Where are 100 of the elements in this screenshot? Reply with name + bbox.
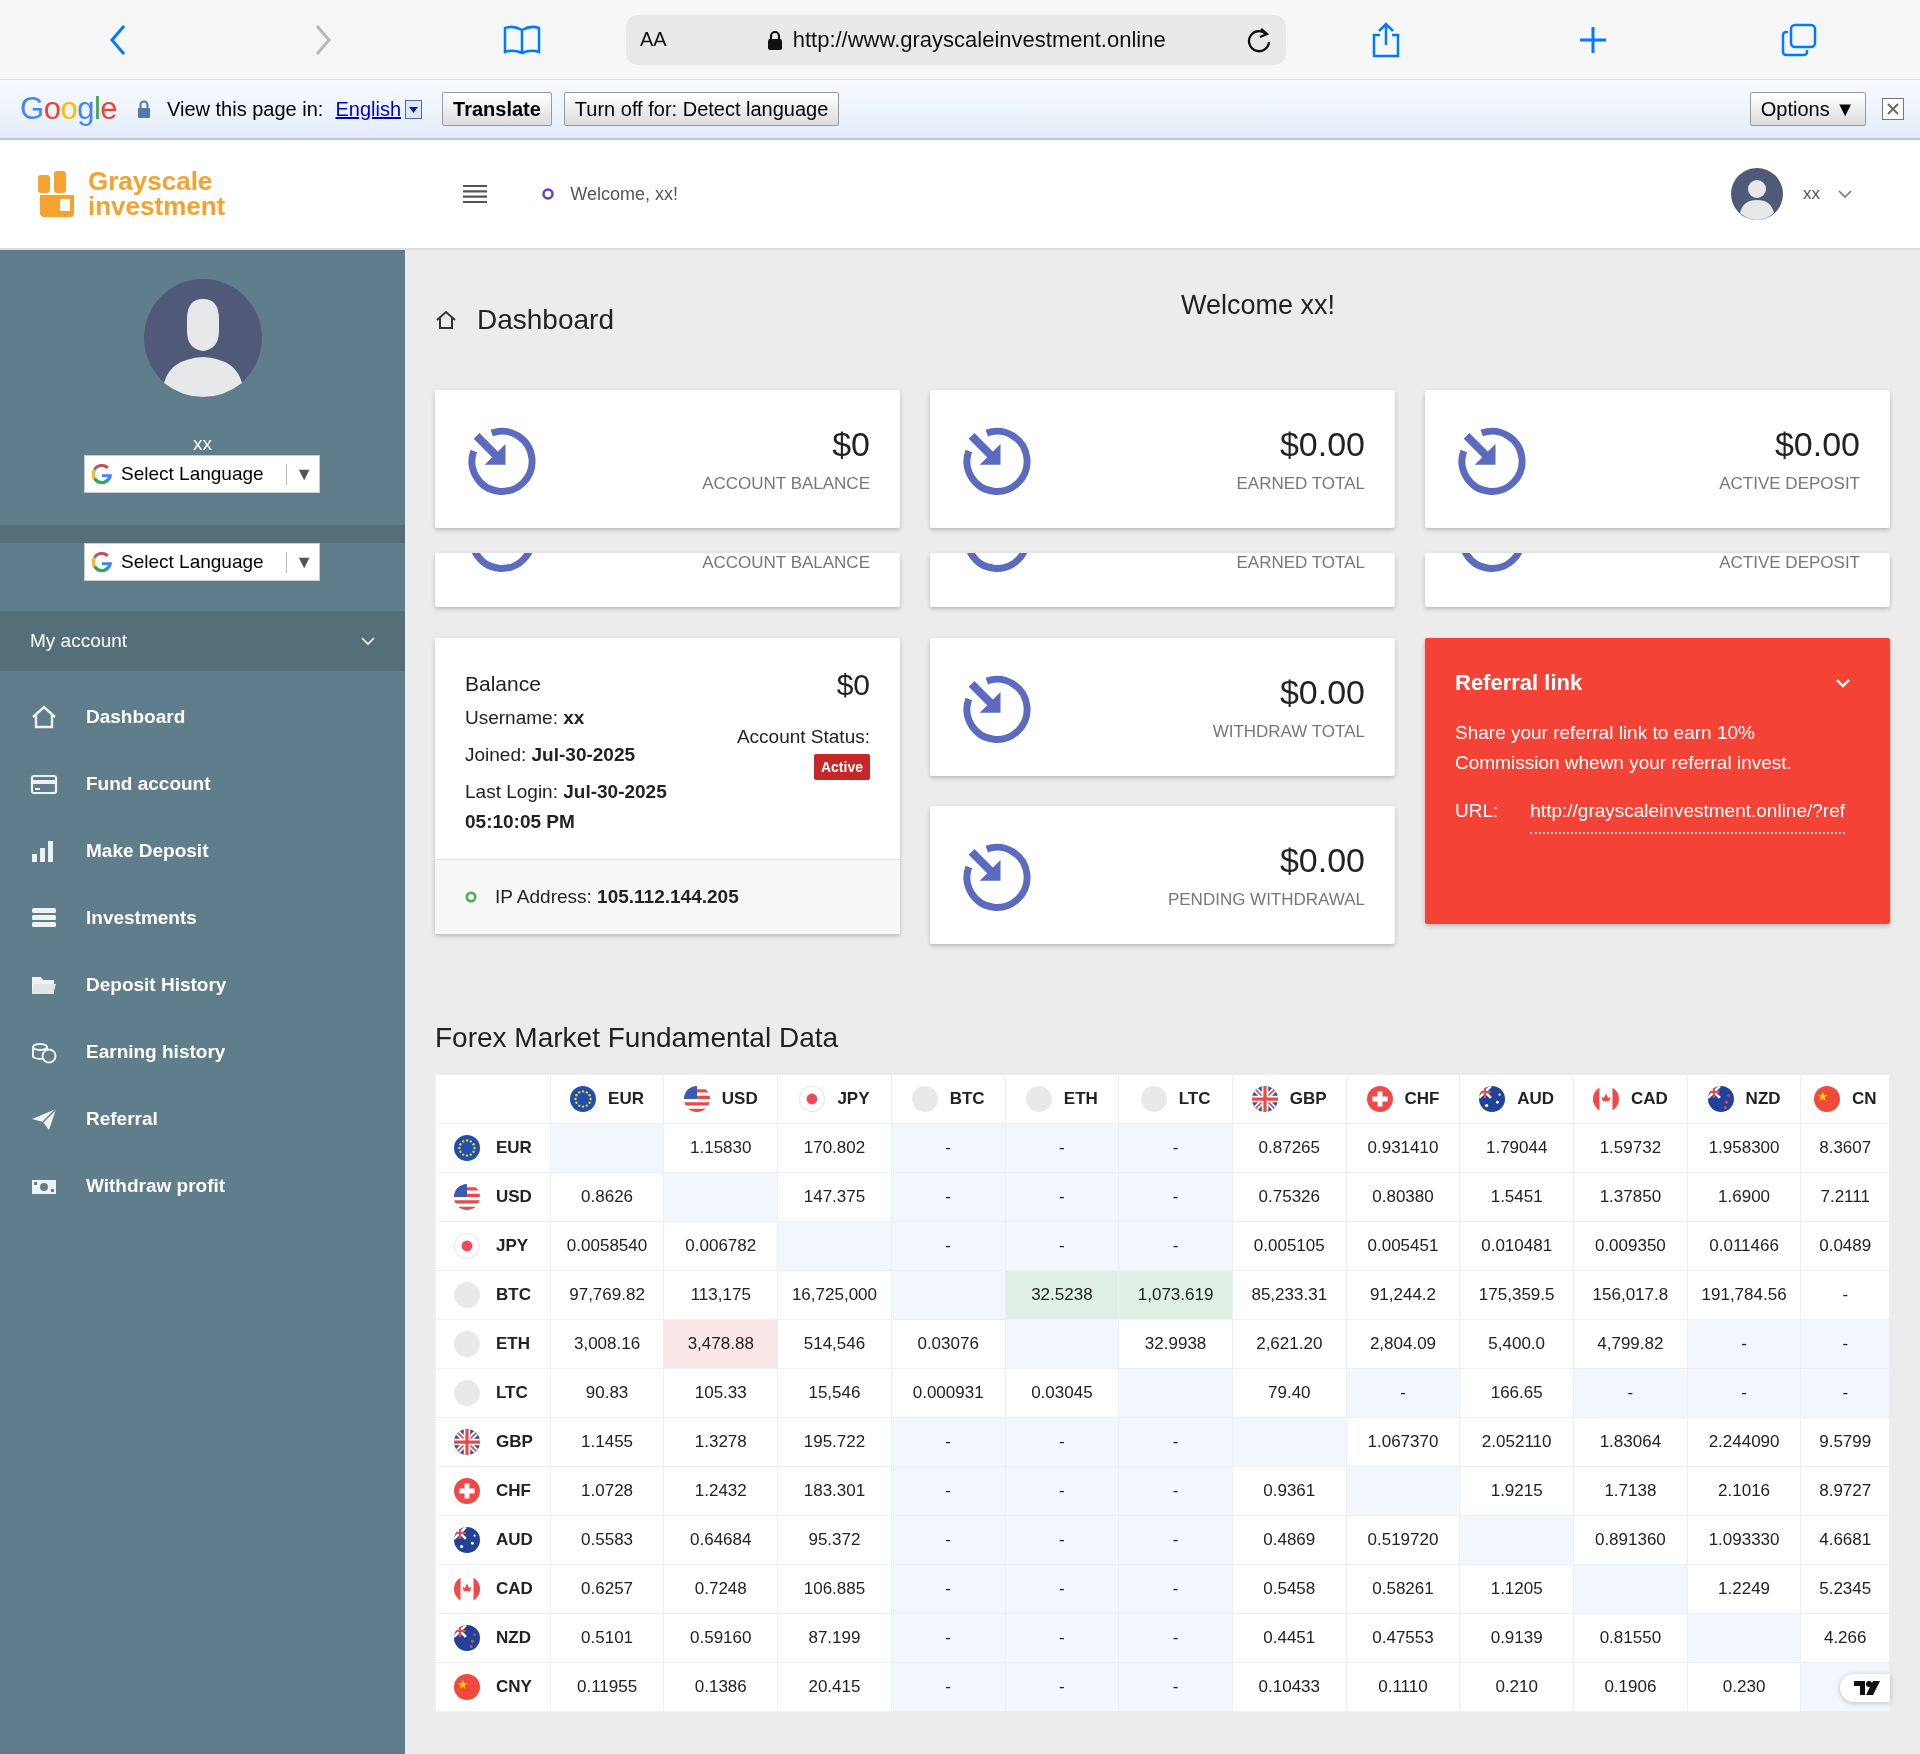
lock-icon <box>766 29 783 50</box>
table-cell: 8.3607 <box>1800 1123 1890 1173</box>
column-header: NZD <box>1745 1089 1781 1109</box>
balance-amount: $0 <box>836 668 870 702</box>
row-header: JPY <box>496 1236 529 1256</box>
table-cell: - <box>891 1221 1005 1271</box>
table-cell: 0.011466 <box>1687 1221 1801 1271</box>
table-cell: - <box>1005 1564 1119 1614</box>
nav-item[interactable]: Earning history <box>0 1018 226 1085</box>
table-cell: 156,017.8 <box>1573 1270 1688 1320</box>
referral-text: Share your referral link to earn 10% Commission whewn your referral invest. <box>1455 721 1793 775</box>
table-cell: 0.9139 <box>1459 1613 1574 1663</box>
share-icon[interactable] <box>1371 21 1401 58</box>
table-cell: - <box>1118 1515 1233 1565</box>
table-cell: 79.40 <box>1232 1368 1347 1418</box>
stat-value: $0.00 <box>1279 840 1365 880</box>
nav-item[interactable]: Deposit History <box>0 951 227 1018</box>
flag-icon <box>454 1478 480 1504</box>
stat-value: $0 <box>832 424 870 464</box>
brand-logo-text: Grayscale investment <box>88 169 226 219</box>
menu-icon[interactable] <box>463 184 488 204</box>
new-tab-icon[interactable] <box>1578 24 1608 55</box>
language-link[interactable]: English <box>335 97 402 121</box>
table-cell: 1.7138 <box>1573 1466 1688 1516</box>
table-cell: - <box>1005 1172 1119 1222</box>
row-header: GBP <box>496 1432 533 1452</box>
table-cell: 5,400.0 <box>1459 1319 1574 1369</box>
table-cell: 0.87265 <box>1232 1123 1347 1173</box>
status-ring-icon <box>542 188 555 200</box>
chevron-down-icon[interactable] <box>1838 189 1852 199</box>
nav-item[interactable]: Dashboard <box>0 683 186 750</box>
stat-value: $0.00 <box>1279 672 1365 712</box>
table-cell: - <box>1005 1466 1119 1516</box>
table-cell: 0.7248 <box>663 1564 778 1614</box>
nav-item[interactable]: Investments <box>0 884 197 951</box>
section-title: Forex Market Fundamental Data <box>435 1022 840 1055</box>
row-header: USD <box>496 1187 532 1207</box>
close-icon[interactable] <box>1882 98 1904 120</box>
table-cell: 0.230 <box>1687 1662 1801 1712</box>
table-cell: - <box>1118 1172 1233 1222</box>
language-select[interactable]: Select Language ▼ <box>84 455 320 493</box>
column-header: CAD <box>1630 1089 1668 1109</box>
info-text: Joined: Jul-30-2025 <box>465 743 637 767</box>
table-cell: - <box>1800 1319 1890 1369</box>
flag-icon <box>454 1674 480 1700</box>
table-cell: 5.2345 <box>1800 1564 1890 1614</box>
column-header: AUD <box>1517 1089 1555 1109</box>
referral-url[interactable]: http://grayscaleinvestment.online/?ref <box>1530 800 1846 834</box>
flag-icon <box>1813 1086 1840 1112</box>
table-cell: 2,804.09 <box>1346 1319 1460 1369</box>
column-header: USD <box>721 1089 758 1109</box>
table-cell: 91,244.2 <box>1346 1270 1460 1320</box>
table-cell: 4.6681 <box>1800 1515 1890 1565</box>
url-text: http://www.grayscaleinvestment.online <box>792 26 1166 53</box>
table-cell: 1.0728 <box>550 1466 664 1516</box>
language-select[interactable]: Select Language ▼ <box>84 543 320 581</box>
stat-label: ACTIVE DEPOSIT <box>1719 553 1860 573</box>
table-cell: 0.5101 <box>550 1613 664 1663</box>
table-cell: 175,359.5 <box>1459 1270 1574 1320</box>
options-button[interactable]: Options ▼ <box>1749 92 1866 126</box>
table-cell: 0.009350 <box>1573 1221 1688 1271</box>
dropdown-icon[interactable] <box>405 99 423 119</box>
table-cell: 1.067370 <box>1346 1417 1460 1467</box>
reload-icon[interactable] <box>1246 25 1272 54</box>
nav-item[interactable]: Make Deposit <box>0 817 209 884</box>
table-cell: 87.199 <box>777 1613 892 1663</box>
address-field[interactable]: AA http://www.grayscaleinvestment.online <box>626 14 1286 65</box>
row-header: NZD <box>496 1628 531 1648</box>
turn-off-button[interactable]: Turn off for: Detect language <box>563 92 840 126</box>
table-cell: 1.15830 <box>663 1123 778 1173</box>
home-icon <box>30 703 58 730</box>
nav-item[interactable]: Fund account <box>0 750 211 817</box>
table-cell: 85,233.31 <box>1232 1270 1347 1320</box>
row-header: LTC <box>496 1383 528 1403</box>
nav-item[interactable]: Referral <box>0 1085 158 1152</box>
flag-icon <box>454 1184 480 1210</box>
stat-value: $0.00 <box>1774 424 1860 464</box>
flag-icon <box>454 1233 480 1259</box>
table-cell: - <box>1118 1564 1233 1614</box>
back-icon[interactable] <box>108 22 128 57</box>
avatar-icon[interactable] <box>1731 168 1783 220</box>
column-header: GBP <box>1289 1089 1327 1109</box>
translate-button[interactable]: Translate <box>442 92 552 126</box>
nav-item[interactable]: Withdraw profit <box>0 1152 226 1219</box>
text-size-button[interactable]: AA <box>640 28 667 51</box>
table-cell: 0.75326 <box>1232 1172 1347 1222</box>
user-name[interactable]: xx <box>1803 184 1820 204</box>
table-cell: - <box>1005 1221 1119 1271</box>
column-header: CHF <box>1404 1089 1440 1109</box>
table-cell: - <box>1118 1123 1233 1173</box>
table-cell: - <box>1118 1662 1233 1712</box>
table-cell: 0.4451 <box>1232 1613 1347 1663</box>
tabs-icon[interactable] <box>1781 22 1817 57</box>
book-icon[interactable] <box>503 24 541 55</box>
column-header: BTC <box>949 1089 985 1109</box>
table-cell: 183.301 <box>777 1466 892 1516</box>
table-cell: - <box>891 1613 1005 1663</box>
section-header[interactable]: My account <box>0 611 405 671</box>
table-cell: 90.83 <box>550 1368 664 1418</box>
stat-label: ACCOUNT BALANCE <box>702 473 870 494</box>
